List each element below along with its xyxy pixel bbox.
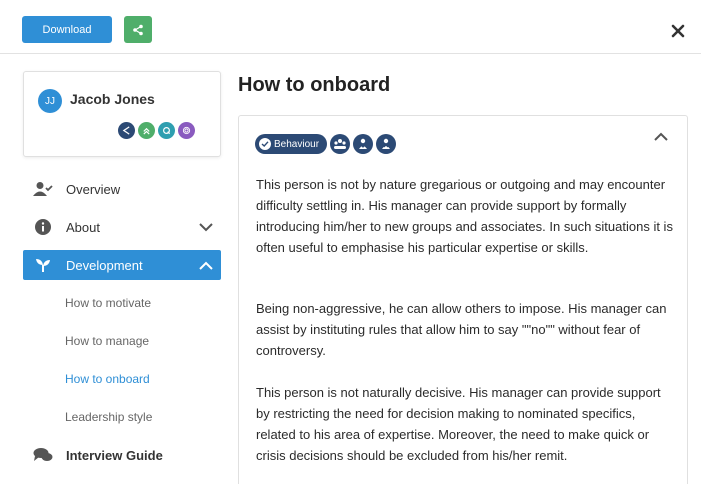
sidebar-item-label: About — [66, 219, 100, 235]
collapse-button[interactable] — [653, 130, 669, 146]
badge-row: Behaviour — [255, 134, 397, 154]
content-card: Behaviour This person is not by nature g… — [238, 115, 688, 484]
q-icon[interactable] — [158, 122, 175, 139]
download-button[interactable]: Download — [22, 16, 112, 43]
sprout-icon — [32, 257, 54, 273]
sidebar-subitem-motivate[interactable]: How to motivate — [23, 284, 221, 322]
send-icon[interactable] — [118, 122, 135, 139]
share-button[interactable] — [124, 16, 152, 43]
chevrons-up-icon[interactable] — [138, 122, 155, 139]
person-down-icon[interactable] — [353, 134, 374, 154]
chevron-down-icon[interactable] — [199, 220, 213, 235]
sidebar-item-label: Development — [66, 257, 143, 273]
info-icon — [32, 219, 54, 235]
paragraph-3: This person is not naturally decisive. H… — [256, 385, 661, 463]
badge-label: Behaviour — [274, 138, 320, 150]
paragraph-2: Being non-aggressive, he can allow other… — [256, 301, 667, 358]
chevron-up-icon[interactable] — [199, 259, 213, 274]
sidebar-item-label: Overview — [66, 181, 121, 197]
sidebar-subitem-leadership[interactable]: Leadership style — [23, 398, 221, 436]
page-title: How to onboard — [238, 74, 391, 96]
user-check-icon — [32, 181, 54, 197]
paragraph-1: This person is not by nature gregarious … — [256, 177, 673, 255]
profile-name: Jacob Jones — [70, 91, 155, 107]
avatar: JJ — [38, 89, 62, 113]
sidebar-item-about[interactable]: About — [23, 208, 221, 246]
group-icon[interactable] — [330, 134, 351, 154]
sidebar-subitem-manage[interactable]: How to manage — [23, 322, 221, 360]
sidebar-item-label: Interview Guide — [66, 447, 163, 463]
behaviour-badge[interactable]: Behaviour — [255, 134, 328, 154]
trait-icons — [118, 122, 195, 139]
top-toolbar: Download — [0, 0, 701, 54]
sidebar-item-development[interactable]: Development — [23, 250, 221, 280]
close-icon — [671, 24, 685, 38]
sidebar-subitem-onboard[interactable]: How to onboard — [23, 360, 221, 398]
check-icon — [259, 138, 271, 150]
chat-bubbles-icon — [32, 447, 54, 463]
person-up-icon[interactable] — [376, 134, 397, 154]
share-icon — [133, 24, 143, 35]
close-button[interactable] — [667, 20, 689, 42]
profile-card: JJ Jacob Jones — [23, 71, 221, 157]
sidebar-item-interview-guide[interactable]: Interview Guide — [23, 436, 221, 474]
sidebar-item-overview[interactable]: Overview — [23, 170, 221, 208]
rings-icon[interactable] — [178, 122, 195, 139]
chevron-up-icon — [654, 132, 668, 141]
sidebar-nav: Overview About Development How to motiva… — [23, 170, 221, 474]
